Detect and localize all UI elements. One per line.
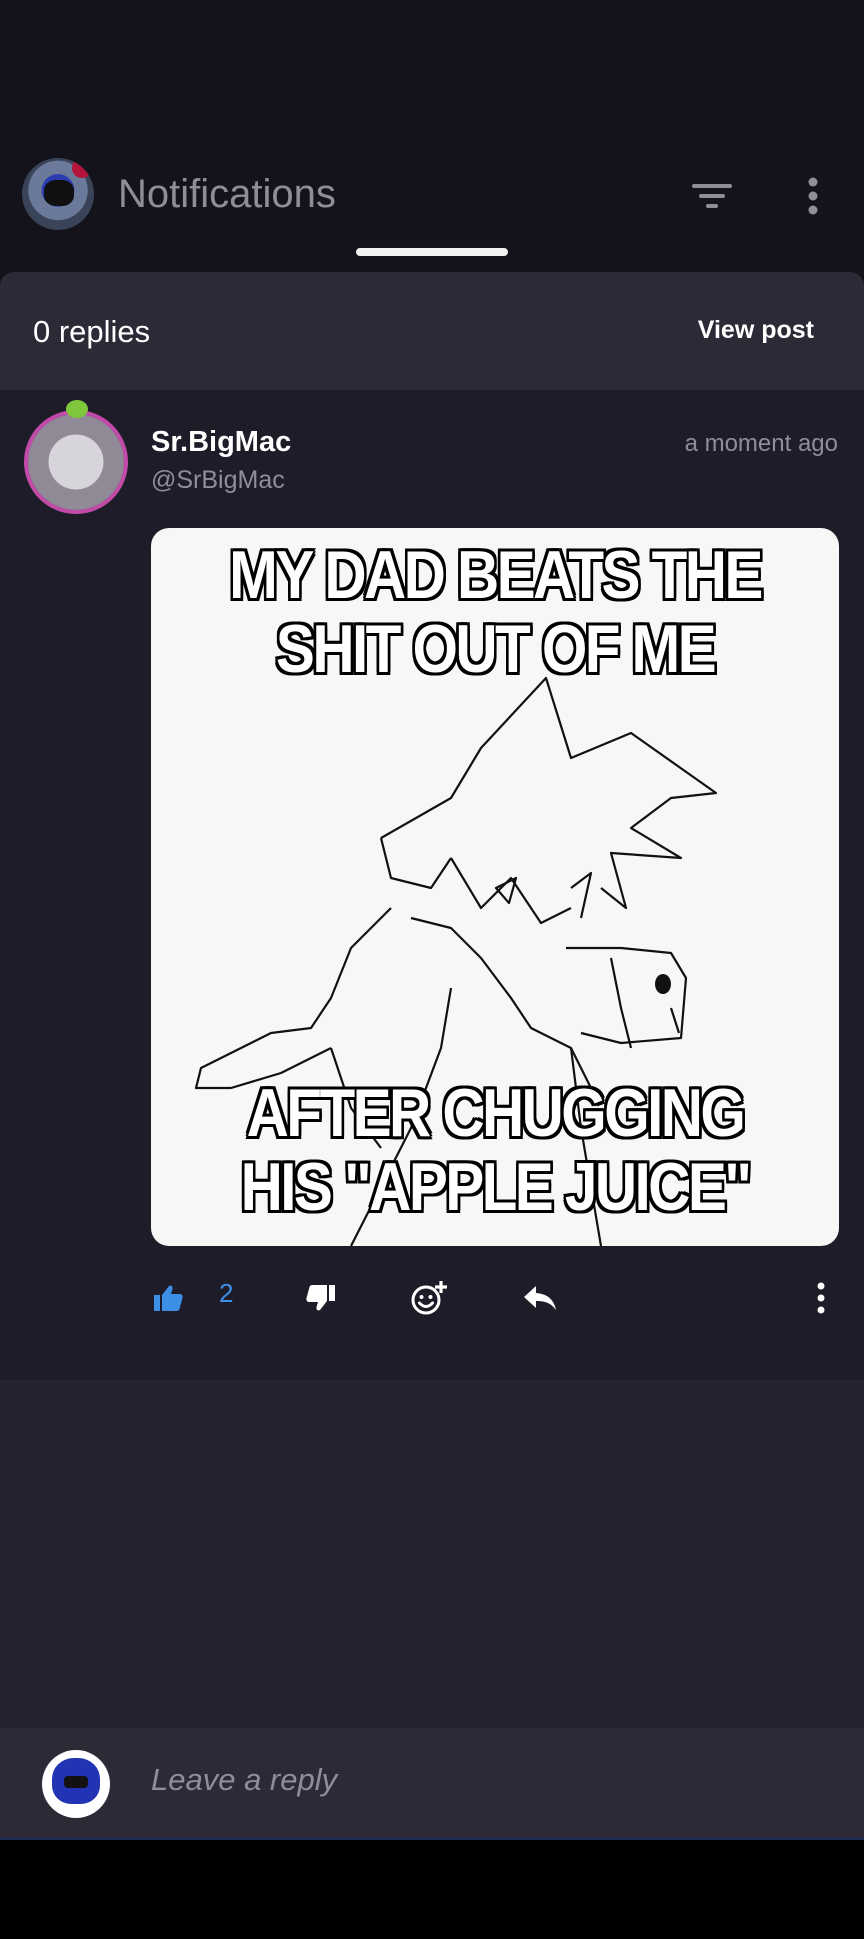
meme-top-caption: MY DAD BEATS THE SHIT OUT OF ME [229, 537, 763, 687]
user-avatar[interactable] [22, 158, 94, 230]
sheet-drag-handle[interactable] [356, 248, 508, 256]
meme-bottom-caption: AFTER CHUGGING HIS "APPLE JUICE" [240, 1075, 752, 1225]
avatar-face [44, 180, 74, 206]
view-post-button[interactable]: View post [698, 316, 814, 345]
replies-count: 0 replies [33, 314, 151, 349]
like-count: 2 [219, 1278, 234, 1308]
top-bar: Notifications [0, 150, 864, 250]
author-handle: @SrBigMac [151, 466, 285, 494]
author-name[interactable]: Sr.BigMac [151, 426, 291, 459]
author-avatar[interactable] [24, 400, 128, 514]
filter-icon[interactable] [690, 178, 734, 214]
post-timestamp: a moment ago [684, 430, 838, 457]
post-image[interactable]: MY DAD BEATS THE SHIT OUT OF ME AFTER CH… [151, 528, 839, 1246]
add-reaction-icon[interactable] [410, 1278, 448, 1318]
thumb-down-icon[interactable] [305, 1278, 337, 1318]
reply-composer[interactable]: Leave a reply [0, 1728, 864, 1838]
post-card: Sr.BigMac @SrBigMac a moment ago MY DAD … [0, 390, 864, 1380]
reply-icon[interactable] [522, 1278, 558, 1318]
more-vertical-icon[interactable] [810, 1278, 832, 1318]
notification-dot [72, 158, 92, 178]
my-avatar [42, 1750, 110, 1818]
sheet-header: 0 replies View post [0, 272, 864, 390]
avatar-eyes [64, 1776, 88, 1788]
reply-input[interactable]: Leave a reply [151, 1762, 337, 1798]
more-vertical-icon[interactable] [800, 176, 826, 216]
replies-sheet: 0 replies View post Sr.BigMac @SrBigMac … [0, 272, 864, 1839]
thumb-up-icon[interactable] [152, 1278, 184, 1318]
post-actions: 2 [0, 1270, 864, 1340]
app-screen: Notifications 0 replies View post Sr.Big… [0, 0, 864, 1839]
nav-bar-divider [0, 1838, 864, 1840]
avatar-badge [66, 400, 88, 418]
page-title: Notifications [118, 172, 336, 216]
